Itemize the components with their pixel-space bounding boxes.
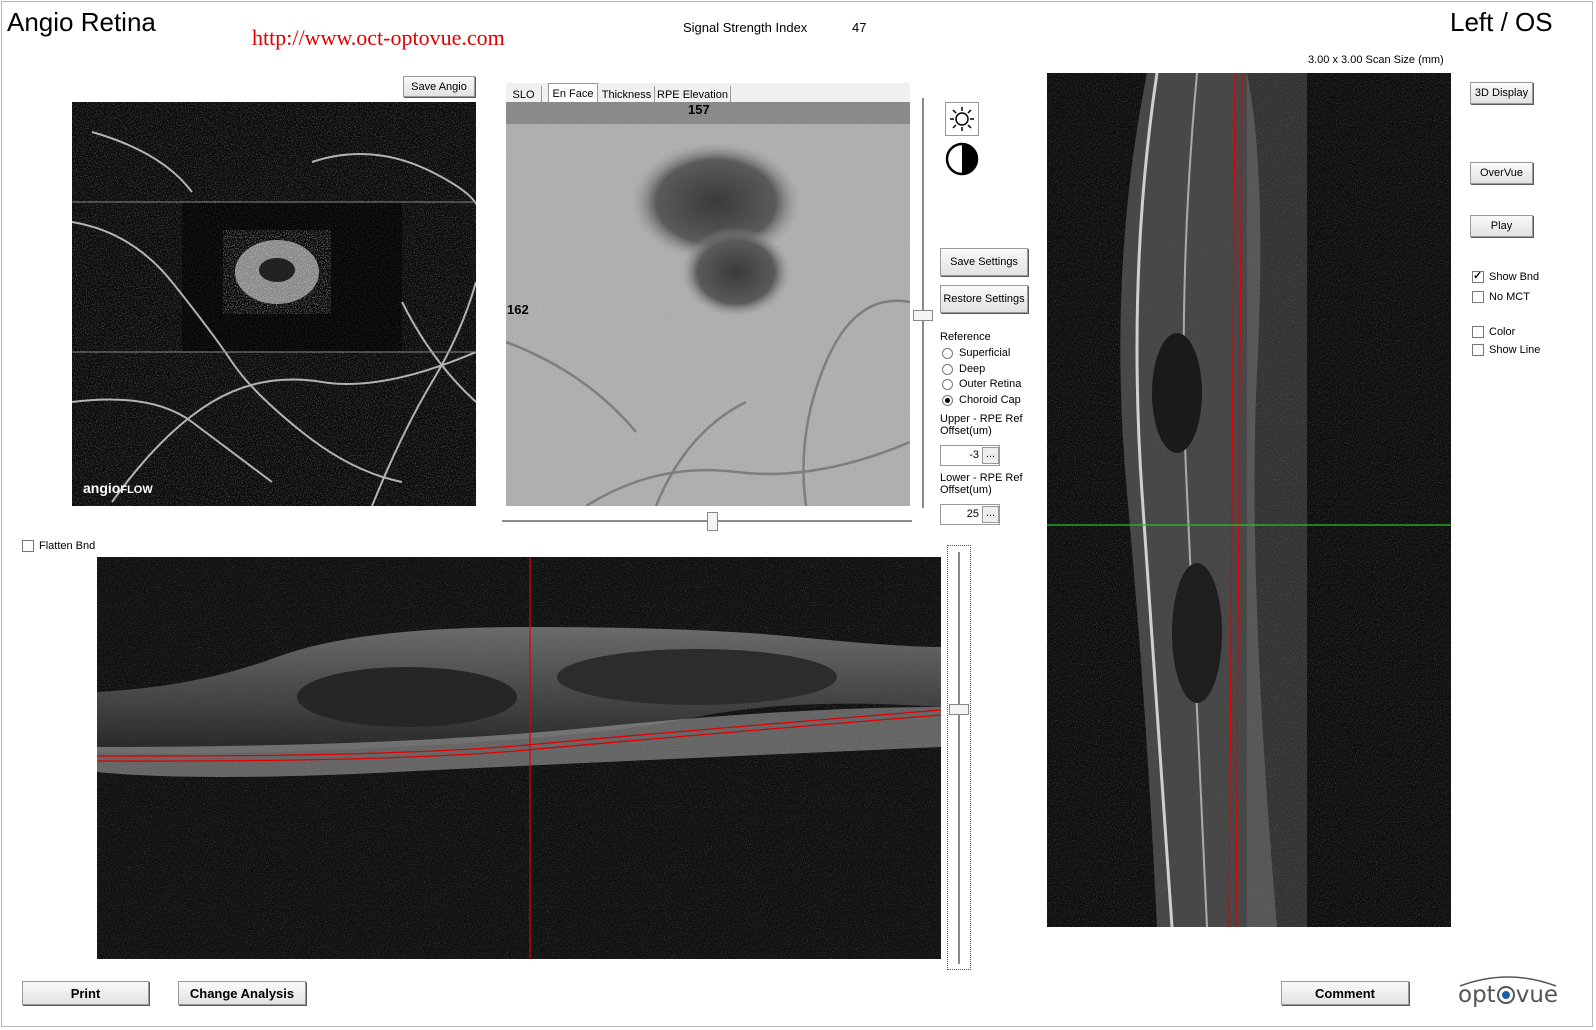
checkbox-label: Show Bnd [1489, 271, 1540, 283]
enface-horizontal-slider-thumb[interactable] [707, 512, 718, 531]
upper-offset-label-line2: Offset(um) [940, 425, 992, 437]
checkbox-box[interactable] [1472, 291, 1484, 303]
signal-strength-value: 47 [852, 20, 867, 35]
restore-settings-button[interactable]: Restore Settings [940, 285, 1028, 313]
upper-offset-label: Upper - RPE Ref Offset(um) [940, 413, 1023, 437]
enface-image: 157 162 [506, 102, 910, 506]
angio-image: angioFLOW [72, 102, 476, 506]
logo-text-right: vue [1515, 982, 1559, 1008]
reference-label: Reference [940, 331, 991, 343]
radio-outer-retina[interactable]: Outer Retina [942, 378, 1021, 390]
comment-button[interactable]: Comment [1281, 981, 1409, 1005]
radio-choroid-cap[interactable]: Choroid Cap [942, 394, 1021, 406]
horizontal-bscan-image [97, 557, 941, 959]
save-angio-button[interactable]: Save Angio [403, 76, 475, 97]
radio-label: Outer Retina [959, 378, 1022, 390]
angioflow-logo-bold: FLOW [120, 484, 153, 496]
tab-label: RPE Elevation [657, 89, 728, 101]
radio-label: Superficial [959, 347, 1011, 359]
checkbox-box[interactable] [1472, 326, 1484, 338]
checkbox-box[interactable] [1472, 344, 1484, 356]
flatten-bnd-checkbox[interactable]: Flatten Bnd [22, 540, 95, 552]
tab-label: Thickness [601, 89, 652, 101]
play-button[interactable]: Play [1470, 215, 1533, 237]
radio-dot[interactable] [942, 347, 953, 359]
bscan-slider-thumb[interactable] [949, 704, 969, 715]
vertical-bscan-image [1047, 73, 1451, 927]
brightness-icon[interactable] [945, 102, 979, 136]
tab-en-face[interactable]: En Face [548, 83, 598, 104]
enface-top-value: 157 [688, 102, 710, 117]
radio-dot[interactable] [942, 394, 953, 406]
lower-offset-label-line2: Offset(um) [940, 484, 992, 496]
show-bnd-checkbox[interactable]: Show Bnd [1472, 269, 1540, 283]
scan-size-label: 3.00 x 3.00 Scan Size (mm) [1308, 54, 1444, 66]
url-watermark: http://www.oct-optovue.com [252, 25, 505, 50]
checkbox-box[interactable] [1472, 269, 1484, 283]
bscan-slider-track[interactable] [958, 552, 960, 964]
radio-superficial[interactable]: Superficial [942, 347, 1010, 359]
change-analysis-button[interactable]: Change Analysis [178, 981, 306, 1005]
3d-display-button[interactable]: 3D Display [1470, 82, 1533, 104]
checkbox-label: No MCT [1489, 291, 1530, 303]
lower-offset-label: Lower - RPE Ref Offset(um) [940, 472, 1023, 496]
upper-offset-label-line1: Upper - RPE Ref [940, 413, 1023, 425]
enface-vertical-slider-track[interactable] [922, 98, 924, 508]
radio-label: Choroid Cap [959, 394, 1021, 406]
overvue-button[interactable]: OverVue [1470, 162, 1533, 184]
radio-deep[interactable]: Deep [942, 363, 985, 375]
save-settings-button[interactable]: Save Settings [940, 248, 1028, 276]
logo-text-left: opt [1458, 982, 1496, 1008]
checkbox-box[interactable] [22, 540, 34, 552]
enface-left-value: 162 [507, 302, 529, 317]
checkbox-label: Show Line [1489, 344, 1541, 356]
signal-strength-label: Signal Strength Index [683, 20, 808, 35]
print-button[interactable]: Print [22, 981, 149, 1005]
optovue-logo: opt vue [1458, 974, 1558, 1010]
radio-dot[interactable] [942, 363, 953, 375]
angioflow-logo-text: angio [83, 480, 121, 496]
upper-offset-ellipsis-button[interactable]: ... [982, 447, 999, 464]
lower-offset-label-line1: Lower - RPE Ref [940, 472, 1023, 484]
angioflow-logo: angioFLOW [83, 480, 153, 496]
page-title: Angio Retina [7, 7, 156, 37]
contrast-icon[interactable] [945, 142, 979, 176]
eye-indicator: Left / OS [1450, 7, 1553, 37]
no-mct-checkbox[interactable]: No MCT [1472, 291, 1530, 303]
logo-eye-icon [1496, 986, 1515, 1004]
tab-label: En Face [552, 88, 594, 100]
enface-vertical-slider-thumb[interactable] [913, 310, 933, 321]
radio-label: Deep [959, 363, 986, 375]
color-checkbox[interactable]: Color [1472, 326, 1515, 338]
radio-dot[interactable] [942, 378, 953, 390]
tab-label: SLO [512, 89, 535, 101]
lower-offset-ellipsis-button[interactable]: ... [982, 506, 999, 523]
checkbox-label: Flatten Bnd [39, 540, 96, 552]
checkbox-label: Color [1489, 326, 1516, 338]
show-line-checkbox[interactable]: Show Line [1472, 344, 1540, 356]
